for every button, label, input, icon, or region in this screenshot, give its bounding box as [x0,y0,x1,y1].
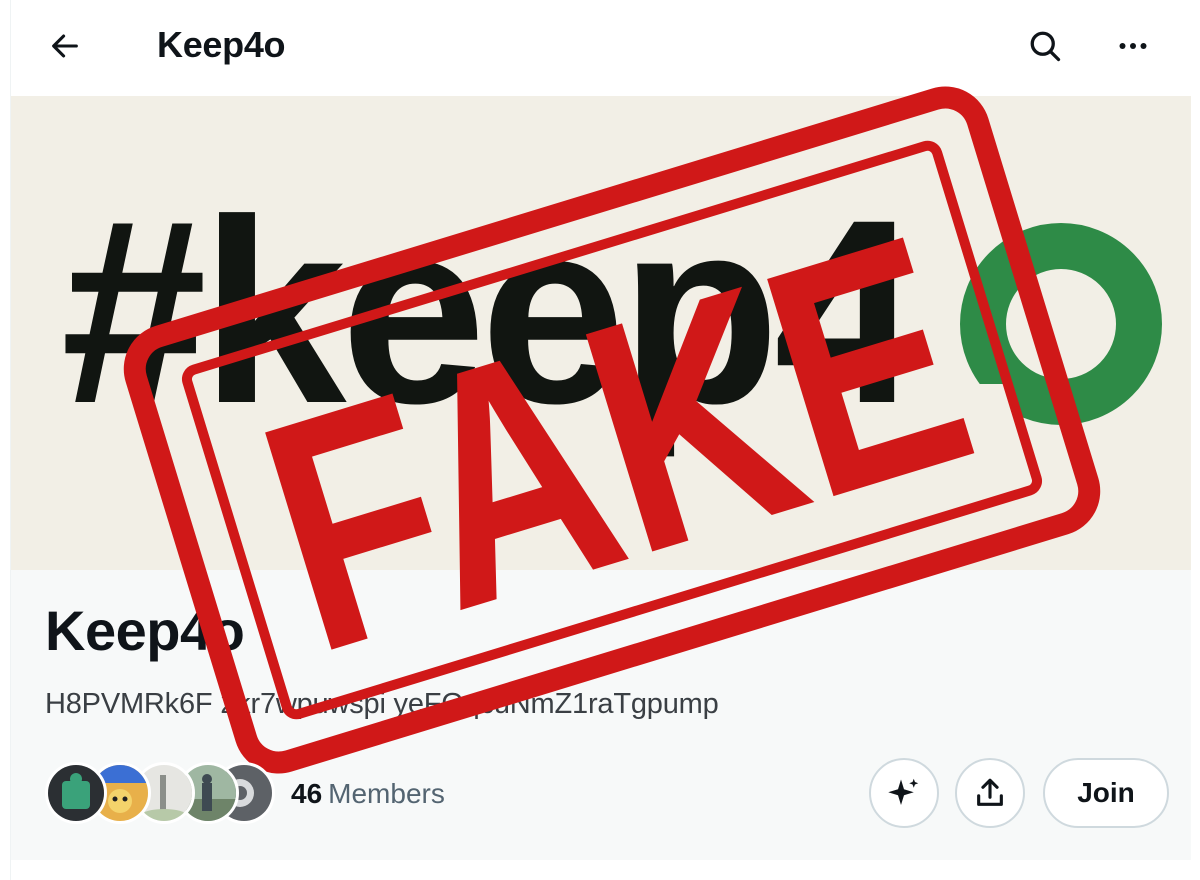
arrow-left-icon [52,34,78,58]
banner-hashtag: #keep4 [61,165,921,459]
search-button[interactable] [1017,18,1073,74]
search-icon [1030,31,1061,62]
sparkle-icon [888,778,919,805]
community-name: Keep4o [45,599,245,662]
member-avatars[interactable] [45,762,275,824]
community-banner: #keep4 [11,96,1191,570]
community-page: Keep4o #keep4 Keep4o H8PVMRk6F 2kr7wpuws… [10,0,1191,880]
community-description: H8PVMRk6F 2kr7wpuwspi yeFGqcuNmZ1raTgpum… [45,688,719,720]
top-bar: Keep4o [11,0,1191,96]
more-horizontal-icon [1119,43,1147,49]
member-count[interactable]: 46 Members [291,778,445,810]
member-count-value: 46 [291,778,323,809]
community-info: Keep4o H8PVMRk6F 2kr7wpuwspi yeFGqcuNmZ1… [11,570,1191,860]
divider [11,860,1191,880]
member-avatar [45,762,107,824]
more-button[interactable] [1105,18,1161,74]
back-button[interactable] [37,18,93,74]
member-count-label: Members [328,778,445,809]
join-button[interactable]: Join [1043,758,1169,828]
grok-summary-button[interactable] [869,758,939,828]
share-button[interactable] [955,758,1025,828]
share-icon [977,778,1003,806]
header-title: Keep4o [157,24,286,65]
